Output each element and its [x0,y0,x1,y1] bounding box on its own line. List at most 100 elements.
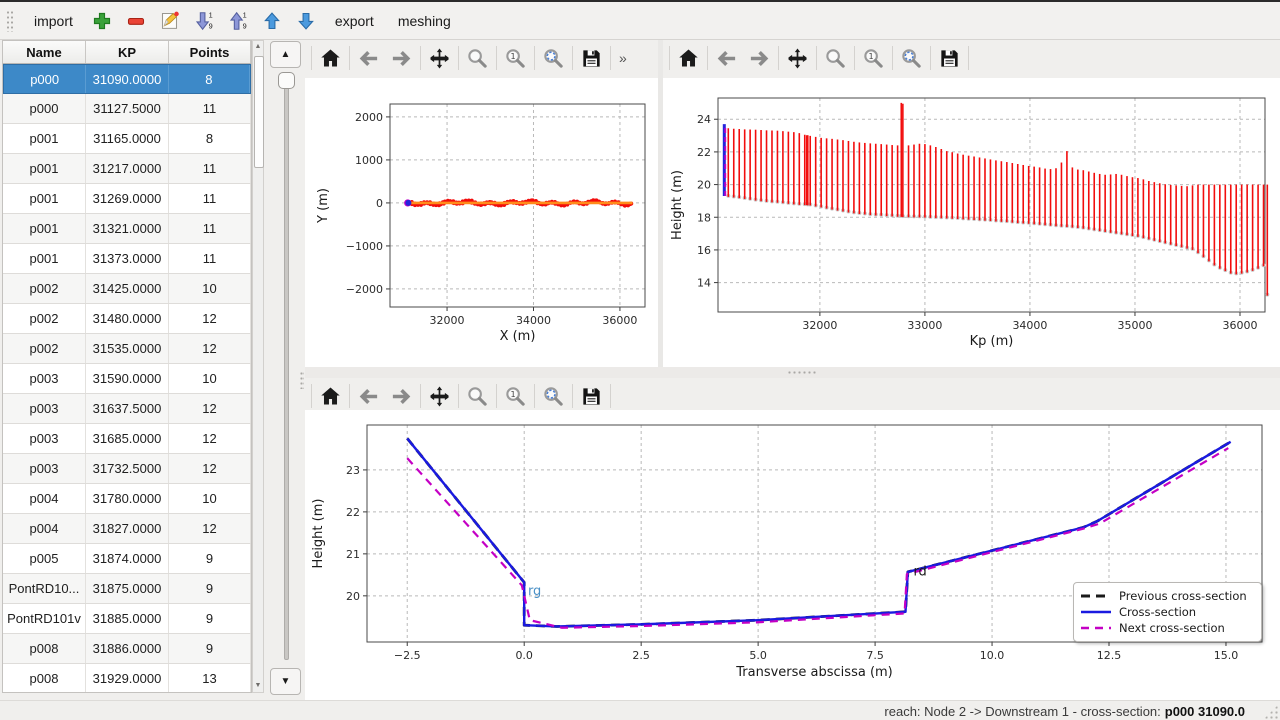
save-button[interactable] [575,43,608,73]
add-cross-section-button[interactable] [85,6,119,36]
table-row[interactable]: p00031090.00008 [3,64,251,94]
table-scrollbar-thumb[interactable] [254,56,264,168]
kp-cell: 31732.5000 [86,454,169,483]
table-row[interactable]: p00431780.000010 [3,484,251,514]
table-row[interactable]: p00231535.000012 [3,334,251,364]
profile-plot-canvas[interactable]: 3200033000340003500036000141618202224Kp … [663,78,1280,367]
zoom-one-icon: 1 [504,47,527,70]
cross-section-slider-thumb[interactable] [278,72,295,89]
table-row[interactable]: p00031127.500011 [3,94,251,124]
back-icon [715,47,738,70]
points-cell: 11 [169,244,251,273]
resize-grip-icon[interactable] [1264,705,1278,719]
sort-descending-button[interactable]: 1 9 [187,6,221,36]
sort-ascending-button[interactable]: 1 9 [221,6,255,36]
arrow-down-icon [296,11,316,31]
move-up-button[interactable] [255,6,289,36]
forward-button[interactable] [385,43,418,73]
pan-button[interactable] [781,43,814,73]
zoom-button[interactable] [819,43,852,73]
zoom-one-button[interactable]: 1 [499,381,532,411]
import-button[interactable]: import [22,7,85,35]
svg-text:0: 0 [376,197,383,210]
column-header-points[interactable]: Points [169,41,251,63]
table-row[interactable]: p00331732.500012 [3,454,251,484]
kp-cell: 31217.0000 [86,154,169,183]
svg-text:1: 1 [242,10,246,19]
table-row[interactable]: p00531874.00009 [3,544,251,574]
table-row[interactable]: p00131269.000011 [3,184,251,214]
scroll-down-icon[interactable]: ▼ [253,680,263,692]
home-icon [677,47,700,70]
zoom-fit-icon [900,47,923,70]
cross-section-slider-track[interactable] [284,80,289,660]
left-splitter-handle[interactable] [300,371,304,389]
table-row[interactable]: p00831886.00009 [3,634,251,664]
zoom-one-button[interactable]: 1 [499,43,532,73]
zoom-icon [824,47,847,70]
name-cell: p003 [3,454,86,483]
section-plot-canvas[interactable]: −2.50.02.55.07.510.012.515.020212223Tran… [305,410,1280,700]
plan-plot-canvas[interactable]: 320003400036000200010000−1000−2000X (m)Y… [305,78,658,367]
table-row[interactable]: p00331637.500012 [3,394,251,424]
zoom-button[interactable] [461,381,494,411]
move-down-button[interactable] [289,6,323,36]
back-button[interactable] [710,43,743,73]
export-button[interactable]: export [323,7,386,35]
next-cross-section-button[interactable]: ▼ [270,668,301,695]
table-row[interactable]: p00831929.000013 [3,664,251,693]
zoom-fit-button[interactable] [537,381,570,411]
column-header-name[interactable]: Name [3,41,86,63]
table-row[interactable]: p00231480.000012 [3,304,251,334]
table-row[interactable]: p00331685.000012 [3,424,251,454]
points-cell: 10 [169,364,251,393]
table-row[interactable]: p00431827.000012 [3,514,251,544]
back-button[interactable] [352,43,385,73]
back-button[interactable] [352,381,385,411]
name-cell: p000 [4,65,86,93]
legend-entry-next: Next cross-section [1081,620,1253,636]
forward-button[interactable] [385,381,418,411]
remove-cross-section-button[interactable] [119,6,153,36]
home-button[interactable] [314,381,347,411]
zoom-one-button[interactable]: 1 [857,43,890,73]
column-header-kp[interactable]: KP [86,41,169,63]
table-row[interactable]: p00231425.000010 [3,274,251,304]
points-cell: 10 [169,274,251,303]
meshing-button[interactable]: meshing [386,7,463,35]
edit-cross-section-button[interactable] [153,6,187,36]
table-row[interactable]: p00131321.000011 [3,214,251,244]
toolbar-separator [892,46,893,70]
table-row[interactable]: p00131373.000011 [3,244,251,274]
save-button[interactable] [575,381,608,411]
pan-button[interactable] [423,43,456,73]
table-scrollbar[interactable]: ▲ ▼ [252,40,264,693]
zoom-button[interactable] [461,43,494,73]
save-button[interactable] [933,43,966,73]
kp-cell: 31425.0000 [86,274,169,303]
previous-cross-section-button[interactable]: ▲ [270,41,301,68]
zoom-fit-button[interactable] [895,43,928,73]
toolbar-separator [311,384,312,408]
toolbar-drag-handle[interactable] [6,10,14,32]
toolbar-overflow-button[interactable]: » [613,50,633,66]
name-cell: p001 [3,244,86,273]
table-row[interactable]: p00131165.00008 [3,124,251,154]
horizontal-splitter[interactable] [305,367,1280,378]
home-button[interactable] [314,43,347,73]
pan-button[interactable] [423,381,456,411]
forward-button[interactable] [743,43,776,73]
pan-icon [428,47,451,70]
zoom-fit-button[interactable] [537,43,570,73]
home-icon [319,47,342,70]
table-row[interactable]: PontRD101v31885.00009 [3,604,251,634]
table-row[interactable]: p00331590.000010 [3,364,251,394]
table-row[interactable]: PontRD10...31875.00009 [3,574,251,604]
section-plot-toolbar: 1 [305,378,1280,414]
home-button[interactable] [672,43,705,73]
plus-icon [92,11,112,31]
svg-text:22: 22 [697,146,711,159]
points-cell: 9 [169,634,251,663]
scroll-up-icon[interactable]: ▲ [253,41,263,53]
table-row[interactable]: p00131217.000011 [3,154,251,184]
